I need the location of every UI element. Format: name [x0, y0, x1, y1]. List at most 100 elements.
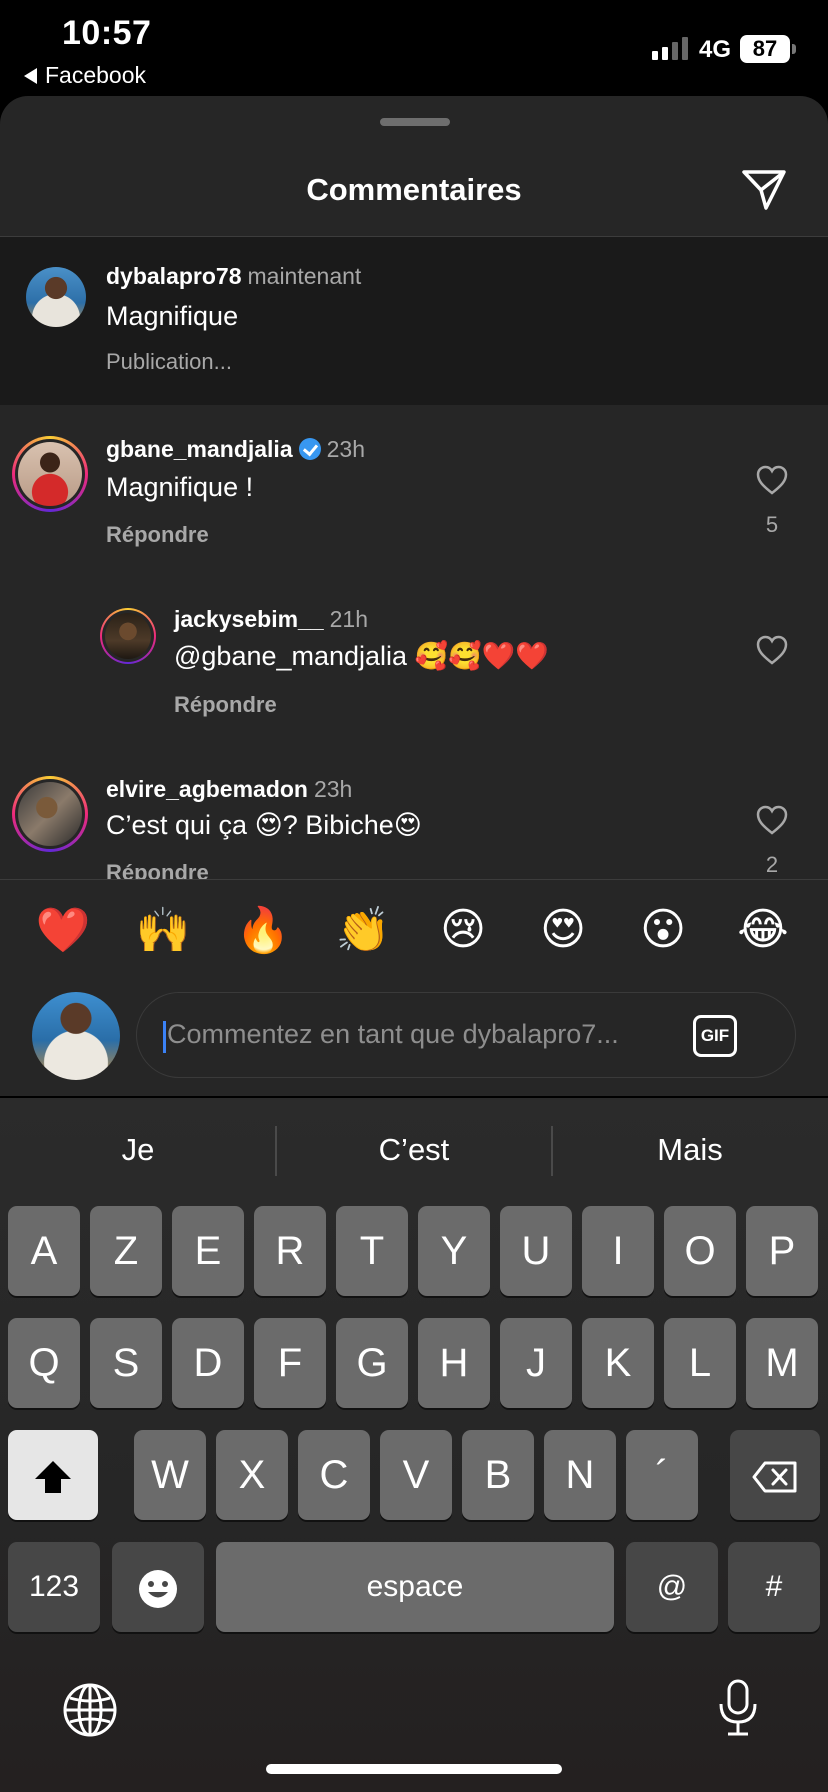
key-l[interactable]: L [664, 1318, 736, 1408]
backspace-key[interactable] [730, 1430, 820, 1520]
emoji-fire-button[interactable]: 🔥 [233, 904, 293, 956]
keyboard: Je C’est Mais A Z E R T Y U I O P Q S D … [0, 1098, 828, 1792]
verified-badge-icon [298, 437, 321, 460]
key-p[interactable]: P [746, 1206, 818, 1296]
key-g[interactable]: G [336, 1318, 408, 1408]
back-to-app-link[interactable]: Facebook [24, 62, 146, 89]
emoji-raised-hands-button[interactable]: 🙌 [133, 904, 193, 956]
key-f[interactable]: F [254, 1318, 326, 1408]
like-count: 2 [765, 852, 779, 877]
comment-input-placeholder: Commentez en tant que dybalapro7... [167, 1019, 619, 1049]
shift-arrow-icon [35, 1461, 71, 1494]
suggestion-3[interactable]: Mais [552, 1098, 828, 1202]
comment-text: @gbane_mandjalia 🥰🥰❤️❤️ [174, 641, 550, 671]
like-heart-icon[interactable] [755, 634, 789, 666]
comment-text: Magnifique [106, 301, 239, 331]
reply-button[interactable]: Répondre [174, 692, 277, 718]
emoji-laughing-button[interactable]: 😂 [733, 904, 793, 955]
key-r[interactable]: R [254, 1206, 326, 1296]
emoji-key[interactable] [112, 1542, 204, 1632]
comment-username[interactable]: elvire_agbemadon 23h [106, 776, 352, 803]
space-key[interactable]: espace [216, 1542, 614, 1632]
status-bar: 10:57 Facebook 4G 87 [0, 0, 828, 96]
text-caret [163, 1021, 166, 1053]
comment-time: 21h [329, 606, 368, 632]
microphone-icon[interactable] [716, 1678, 760, 1738]
comment-username[interactable]: gbane_mandjalia 23h [106, 436, 365, 463]
like-heart-icon[interactable] [755, 804, 789, 836]
battery-level: 87 [740, 35, 790, 63]
comment-text: Magnifique ! [106, 472, 254, 502]
numbers-key[interactable]: 123 [8, 1542, 100, 1632]
comment-input[interactable]: Commentez en tant que dybalapro7... GIF [136, 992, 796, 1078]
key-u[interactable]: U [500, 1206, 572, 1296]
comment-username[interactable]: dybalapro78 maintenant [106, 263, 361, 290]
avatar-story-ring[interactable] [12, 436, 88, 512]
hash-key[interactable]: # [728, 1542, 820, 1632]
sheet-title: Commentaires [306, 172, 522, 207]
comments-sheet: Commentaires dybalapro78 maintenant Magni… [0, 96, 828, 1096]
shift-key[interactable] [8, 1430, 98, 1520]
backspace-icon [752, 1461, 797, 1493]
key-d[interactable]: D [172, 1318, 244, 1408]
key-o[interactable]: O [664, 1206, 736, 1296]
cellular-signal-icon [652, 36, 688, 60]
key-j[interactable]: J [500, 1318, 572, 1408]
comment-time: 23h [326, 436, 365, 462]
status-time: 10:57 [62, 14, 152, 52]
key-y[interactable]: Y [418, 1206, 490, 1296]
key-z[interactable]: Z [90, 1206, 162, 1296]
sheet-grabber[interactable] [380, 118, 450, 126]
key-s[interactable]: S [90, 1318, 162, 1408]
key-b[interactable]: B [462, 1430, 534, 1520]
comment-time: maintenant [247, 263, 362, 289]
key-a[interactable]: A [8, 1206, 80, 1296]
key-n[interactable]: N [544, 1430, 616, 1520]
key-k[interactable]: K [582, 1318, 654, 1408]
suggestion-1[interactable]: Je [0, 1098, 276, 1202]
back-app-label: Facebook [45, 62, 147, 88]
at-key[interactable]: @ [626, 1542, 718, 1632]
gif-button[interactable]: GIF [693, 1015, 737, 1057]
avatar-story-ring[interactable] [100, 608, 156, 664]
key-c[interactable]: C [298, 1430, 370, 1520]
quick-reaction-row: ❤️ 🙌 🔥 👏 😢 😍 😮 😂 [0, 904, 828, 974]
key-w[interactable]: W [134, 1430, 206, 1520]
emoji-crying-button[interactable]: 😢 [433, 904, 493, 955]
paper-plane-icon[interactable] [740, 168, 788, 212]
posting-status: Publication... [106, 349, 232, 374]
home-indicator[interactable] [266, 1764, 562, 1774]
network-type: 4G [699, 36, 732, 63]
battery-tip [792, 44, 796, 54]
emoji-surprised-button[interactable]: 😮 [633, 904, 693, 955]
avatar-story-ring[interactable] [12, 776, 88, 852]
globe-icon[interactable] [62, 1682, 118, 1738]
key-t[interactable]: T [336, 1206, 408, 1296]
key-m[interactable]: M [746, 1318, 818, 1408]
key-q[interactable]: Q [8, 1318, 80, 1408]
emoji-heart-eyes-button[interactable]: 😍 [533, 904, 593, 955]
like-count: 5 [765, 512, 779, 537]
back-triangle-icon [24, 67, 37, 84]
smiley-icon [139, 1570, 177, 1609]
avatar[interactable] [26, 267, 86, 327]
my-avatar[interactable] [32, 992, 120, 1080]
reply-button[interactable]: Répondre [106, 522, 209, 548]
key-e[interactable]: E [172, 1206, 244, 1296]
key-i[interactable]: I [582, 1206, 654, 1296]
list-divider [0, 879, 828, 880]
comment-composer: Commentez en tant que dybalapro7... GIF [0, 992, 828, 1096]
comment-text: C’est qui ça 😍? Bibiche😍 [106, 810, 422, 840]
pending-comment: dybalapro78 maintenant Magnifique Publica… [0, 237, 828, 405]
like-heart-icon[interactable] [755, 464, 789, 496]
emoji-heart-button[interactable]: ❤️ [33, 904, 93, 956]
comment-username[interactable]: jackysebim__ 21h [174, 606, 368, 633]
suggestion-2[interactable]: C’est [276, 1098, 552, 1202]
key-accent[interactable]: ´ [626, 1430, 698, 1520]
key-v[interactable]: V [380, 1430, 452, 1520]
key-h[interactable]: H [418, 1318, 490, 1408]
avatar [18, 442, 82, 506]
emoji-clap-button[interactable]: 👏 [333, 904, 393, 956]
key-x[interactable]: X [216, 1430, 288, 1520]
comment-time: 23h [313, 776, 353, 802]
